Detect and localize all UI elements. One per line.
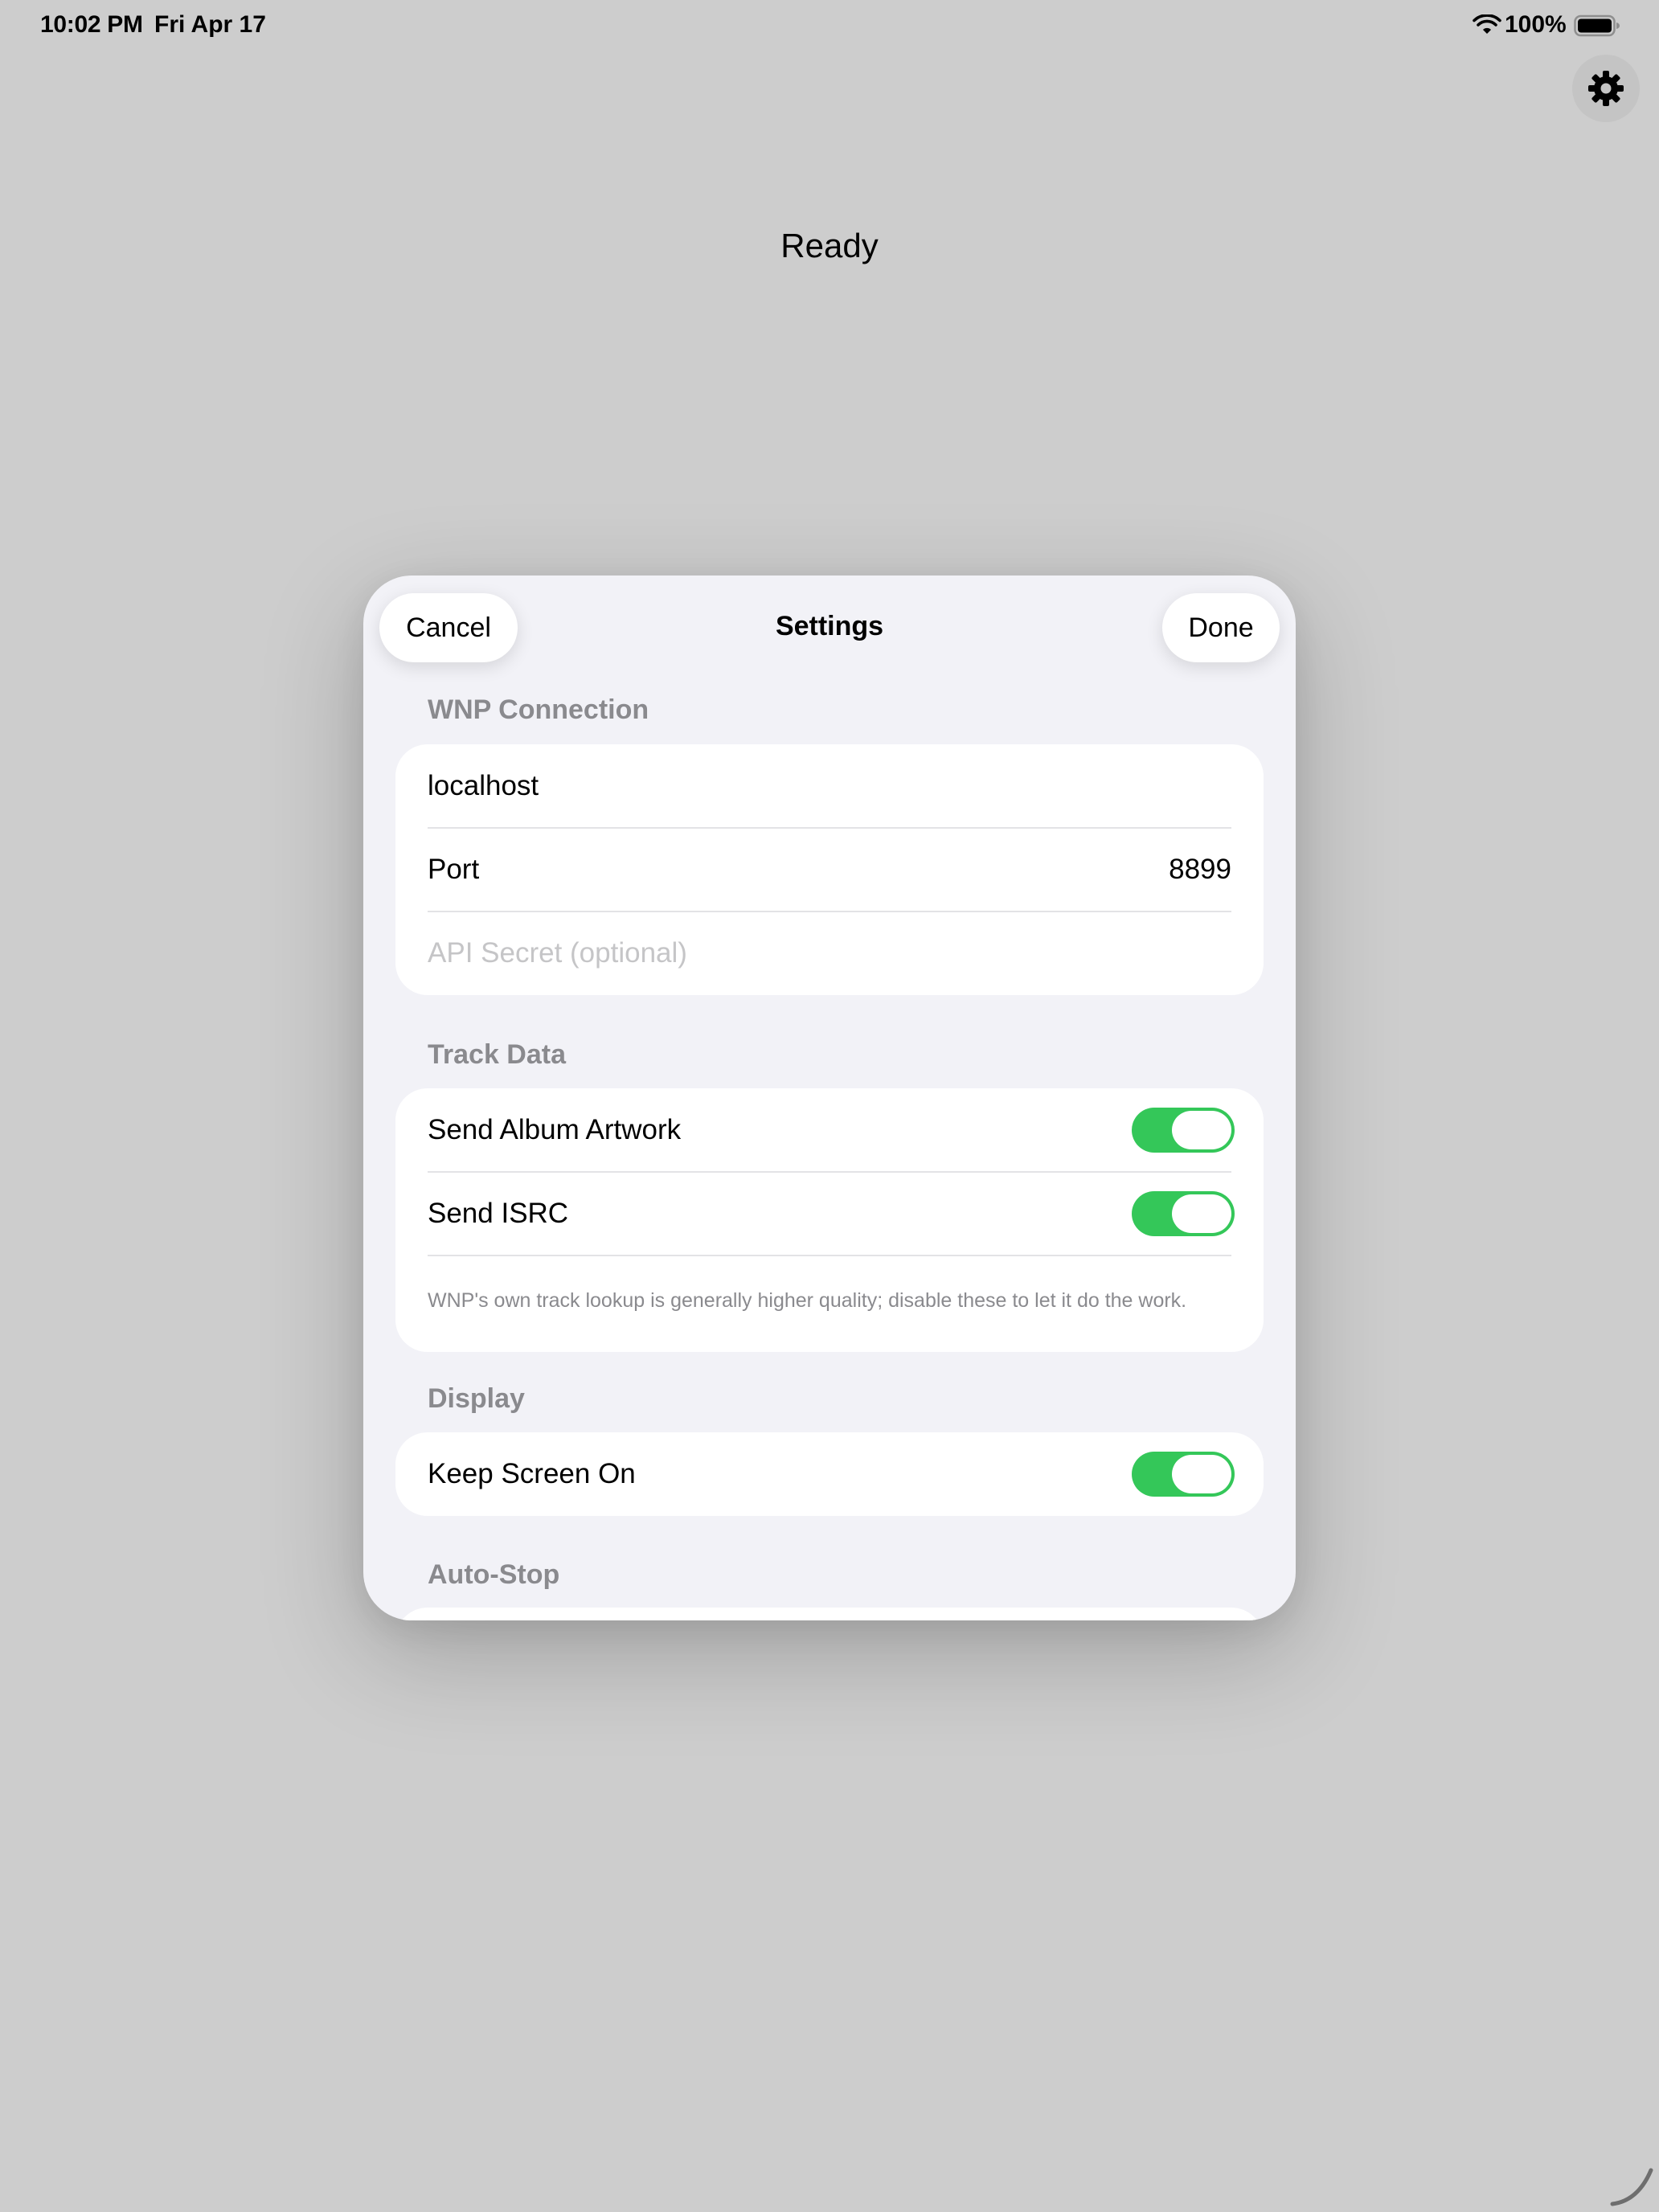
settings-sheet: Cancel Settings Done WNP Connection loca… [363,576,1296,1620]
host-value[interactable]: localhost [428,744,539,828]
sheet-nav-bar: Cancel Settings Done [363,576,1296,680]
settings-button[interactable] [1572,55,1640,122]
toggle-knob [1172,1111,1231,1149]
track-data-group: Send Album Artwork Send ISRC WNP's own t… [395,1088,1264,1352]
status-date: Fri Apr 17 [154,11,266,38]
status-label: Ready [780,227,879,264]
resize-handle-icon[interactable] [1608,2161,1656,2209]
toggle-knob [1172,1455,1231,1493]
keep-screen-on-label: Keep Screen On [428,1458,636,1489]
wifi-icon [1473,14,1501,34]
send-isrc-label: Send ISRC [428,1198,569,1229]
send-isrc-toggle[interactable] [1132,1191,1235,1236]
send-album-artwork-toggle[interactable] [1132,1108,1235,1153]
send-isrc-row: Send ISRC [395,1172,1264,1256]
battery-icon [1574,14,1620,37]
port-label: Port [428,854,480,885]
display-group: Keep Screen On [395,1432,1264,1516]
status-bar: 10:02 PM Fri Apr 17 100% [0,0,1659,51]
done-button[interactable]: Done [1162,593,1280,662]
status-time: 10:02 PM [40,11,143,38]
send-album-artwork-row: Send Album Artwork [395,1088,1264,1172]
toggle-knob [1172,1194,1231,1233]
send-album-artwork-label: Send Album Artwork [428,1114,682,1145]
section-header-auto-stop: Auto-Stop [428,1559,560,1590]
section-header-track-data: Track Data [428,1039,566,1070]
port-value[interactable]: 8899 [1169,828,1231,911]
host-field[interactable]: localhost [395,744,1264,828]
wnp-connection-group: localhost Port 8899 API Secret (optional… [395,744,1264,995]
port-row[interactable]: Port 8899 [395,828,1264,911]
separator [428,1255,1231,1256]
gear-icon [1588,71,1624,106]
battery-percentage: 100% [1505,11,1567,38]
keep-screen-on-row: Keep Screen On [395,1432,1264,1516]
track-data-footnote: WNP's own track lookup is generally high… [428,1289,1187,1312]
api-secret-field[interactable]: API Secret (optional) [395,911,1264,995]
api-secret-placeholder[interactable]: API Secret (optional) [428,911,687,995]
sheet-title: Settings [775,611,884,641]
section-header-display: Display [428,1383,525,1414]
keep-screen-on-toggle[interactable] [1132,1452,1235,1497]
section-header-wnp-connection: WNP Connection [428,694,649,725]
auto-stop-group [395,1608,1264,1620]
